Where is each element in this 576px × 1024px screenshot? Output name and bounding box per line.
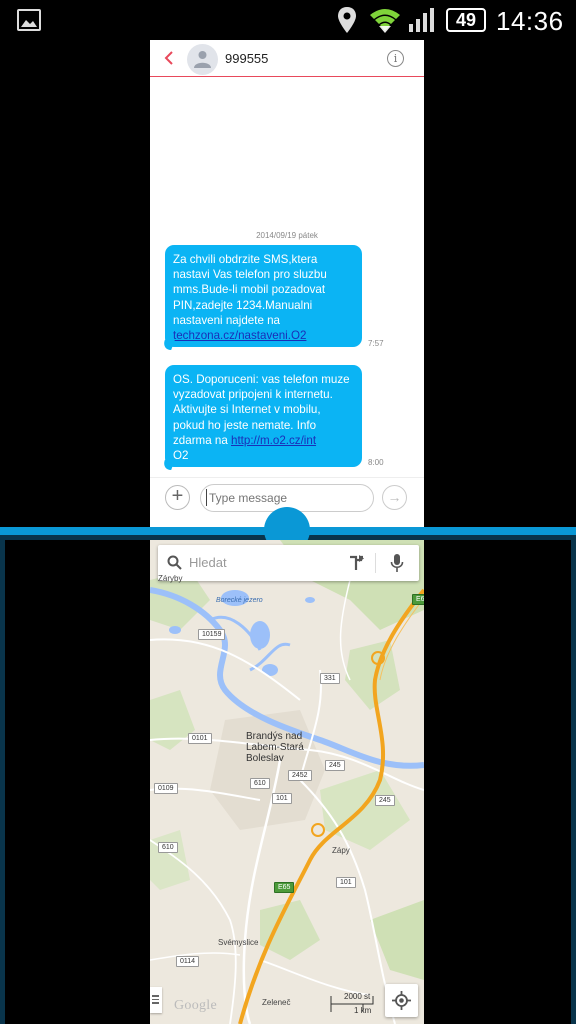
map-menu-button[interactable] [150, 987, 162, 1013]
road-number: 245 [325, 760, 345, 771]
place-label: Zeleneč [262, 998, 291, 1007]
road-number: 2452 [288, 770, 312, 781]
place-label: Svémyslice [218, 938, 259, 947]
road-number: 10159 [198, 629, 226, 640]
message-link[interactable]: techzona.cz/nastaveni.O2 [173, 329, 306, 342]
messaging-app: 999555 i 2014/09/19 pátek Za chvili obdr… [150, 40, 424, 527]
road-number: 0101 [188, 733, 212, 744]
message-text: Za chvili obdrzite SMS,ktera nastavi Vas… [173, 253, 327, 327]
maps-app[interactable]: Hledat Záryby Borecké jezero Brandýs nad… [150, 540, 424, 1024]
message-bubble[interactable]: Za chvili obdrzite SMS,ktera nastavi Vas… [165, 245, 362, 347]
crosshair-icon [392, 991, 411, 1010]
add-attachment-button[interactable]: + [165, 485, 190, 510]
map-canvas[interactable] [150, 540, 424, 1024]
signal-icon [409, 8, 434, 32]
directions-icon[interactable] [347, 554, 365, 572]
road-number: 245 [375, 795, 395, 806]
google-logo: Google [174, 998, 218, 1013]
search-input[interactable]: Hledat [189, 555, 227, 570]
microphone-icon[interactable] [390, 553, 404, 573]
highway-number: E65 [274, 882, 295, 893]
send-button[interactable]: → [382, 485, 407, 510]
road-number: 0114 [176, 956, 200, 967]
message-text-end: O2 [173, 449, 189, 463]
search-separator [375, 553, 376, 573]
town-label: Brandýs nad Labem-Stará Boleslav [246, 731, 304, 764]
contact-name: 999555 [225, 51, 269, 66]
road-number: 610 [158, 842, 178, 853]
battery-icon: 49 [446, 8, 486, 32]
avatar[interactable] [187, 44, 218, 75]
conversation-header: 999555 i [150, 40, 424, 77]
road-number: 331 [320, 673, 340, 684]
message-time: 8:00 [368, 458, 384, 467]
road-number: 101 [336, 877, 356, 888]
search-icon [167, 555, 182, 570]
highway-number: E65 [412, 594, 424, 605]
person-icon [194, 51, 211, 68]
scale-label-imperial: 2000 st [344, 992, 371, 1001]
date-separator: 2014/09/19 pátek [256, 231, 318, 240]
text-cursor [206, 489, 207, 506]
road-number: 101 [272, 793, 292, 804]
message-bubble[interactable]: OS. Doporuceni: vas telefon muze vyzadov… [165, 365, 362, 467]
back-arrow-icon[interactable] [160, 48, 180, 68]
place-label: Zápy [332, 846, 350, 855]
message-time: 7:57 [368, 339, 384, 348]
screen: 49 14:36 999555 i 2014/09/19 pátek Za ch… [0, 0, 576, 1024]
wifi-icon [370, 9, 400, 33]
my-location-button[interactable] [385, 984, 418, 1017]
gallery-icon [17, 9, 41, 31]
status-bar: 49 14:36 [0, 0, 576, 40]
place-label: Záryby [158, 574, 183, 583]
road-number: 610 [250, 778, 270, 789]
road-number: 0109 [154, 783, 178, 794]
map-search-bar[interactable]: Hledat [158, 545, 419, 581]
message-link[interactable]: http://m.o2.cz/int [231, 434, 316, 447]
scale-label-metric: 1 km [354, 1006, 372, 1015]
lake-label: Borecké jezero [216, 597, 263, 604]
location-icon [338, 7, 356, 33]
clock: 14:36 [496, 6, 564, 36]
info-icon[interactable]: i [387, 50, 404, 67]
